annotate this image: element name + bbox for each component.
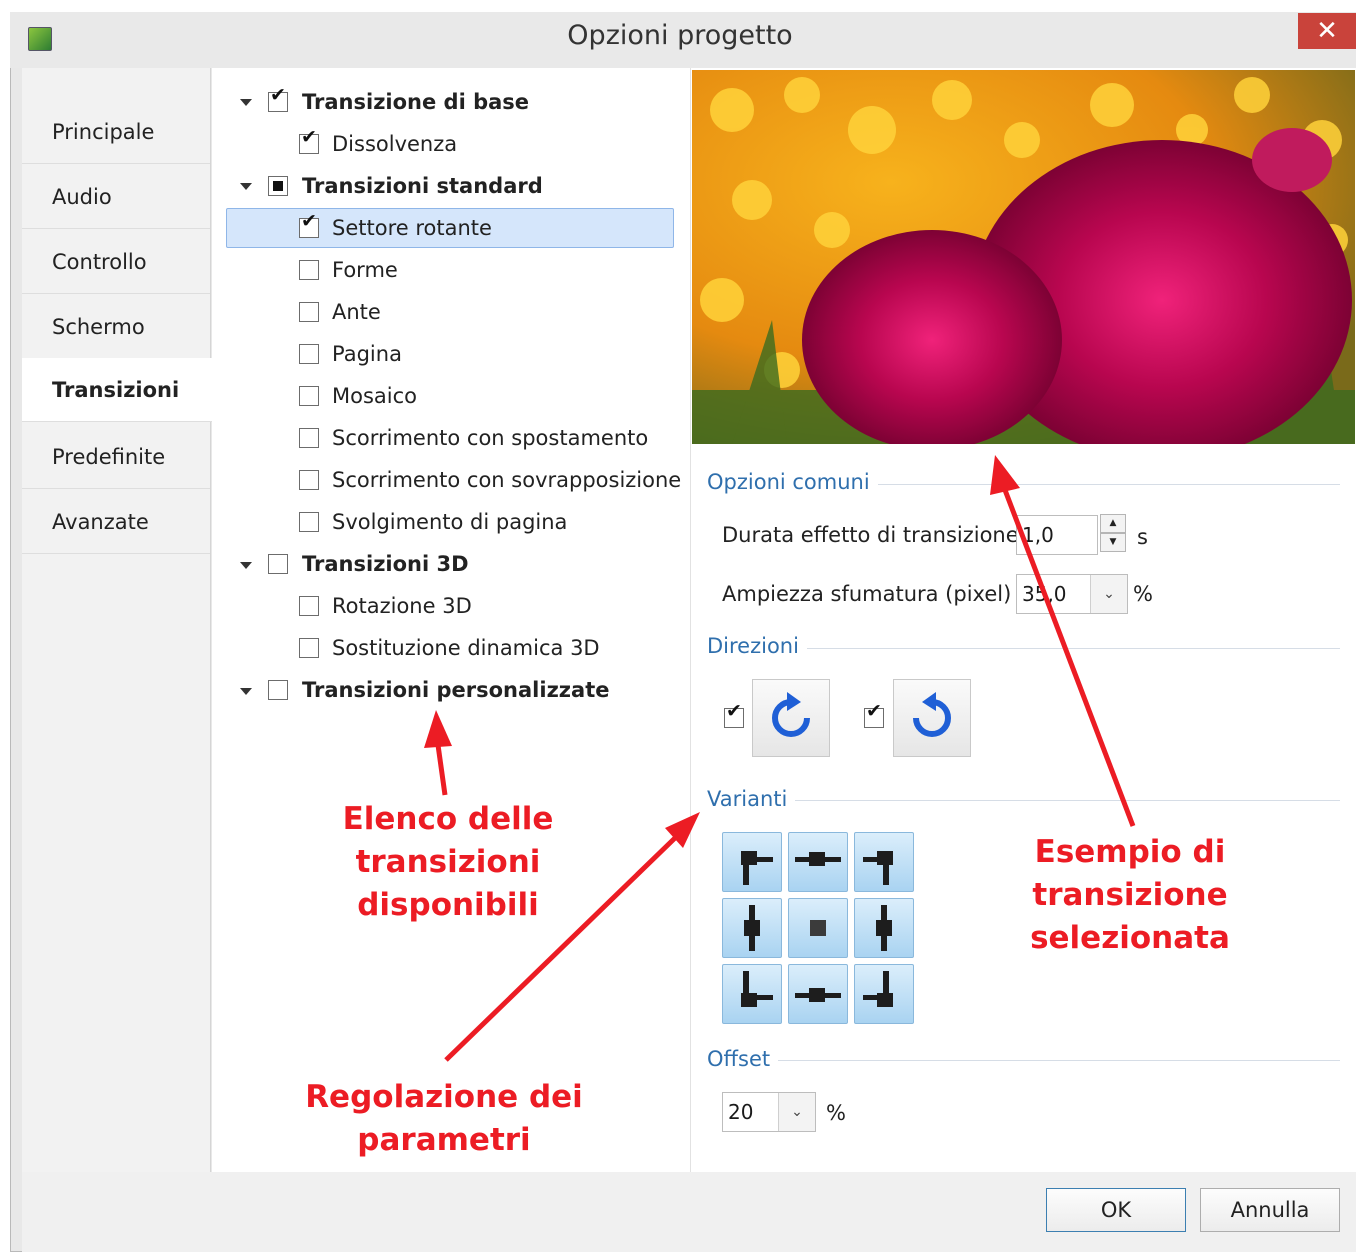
- annotation-list-line1: Elenco delle transizioni: [342, 801, 554, 880]
- annotation-example-line2: selezionata: [1030, 920, 1230, 956]
- annotation-params-line1: Regolazione dei: [305, 1079, 583, 1115]
- annotation-params: Regolazione dei parametri: [284, 1076, 604, 1162]
- annotation-example: Esempio di transizione selezionata: [945, 831, 1315, 960]
- arrow-to-tree: [435, 744, 448, 796]
- arrow-to-preview: [1002, 489, 1136, 827]
- annotation-params-line2: parametri: [357, 1122, 531, 1158]
- arrow-head-icon: [990, 455, 1020, 495]
- annotation-arrows: [424, 455, 1136, 1062]
- annotation-list-line2: disponibili: [357, 887, 539, 923]
- annotation-example-line1: Esempio di transizione: [1032, 834, 1228, 913]
- arrow-head-icon: [424, 710, 452, 748]
- annotation-list: Elenco delle transizioni disponibili: [258, 798, 638, 927]
